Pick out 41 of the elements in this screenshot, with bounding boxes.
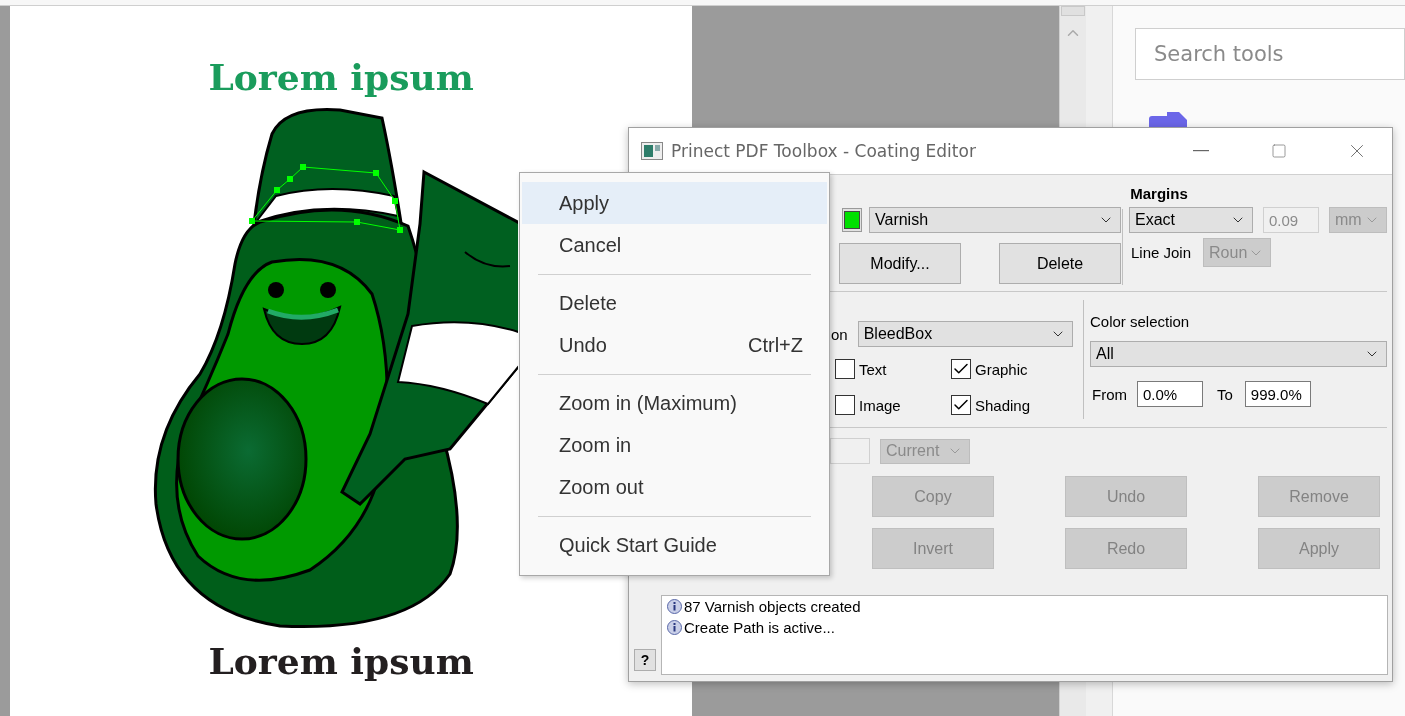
- info-icon: [667, 599, 682, 614]
- page-box-select[interactable]: BleedBox: [857, 321, 1073, 347]
- object-type-checkbox[interactable]: Graphic: [951, 359, 1071, 379]
- menu-item[interactable]: Zoom out: [522, 466, 827, 508]
- menu-item[interactable]: Apply: [522, 182, 827, 224]
- from-field[interactable]: 0.0%: [1137, 381, 1203, 407]
- maximize-icon: [1271, 143, 1287, 159]
- from-label: From: [1092, 385, 1127, 403]
- scrollbar-thumb[interactable]: [1061, 6, 1086, 16]
- to-label: To: [1217, 385, 1233, 403]
- window-title: Prinect PDF Toolbox - Coating Editor: [671, 141, 977, 161]
- page-heading: Lorem ipsum: [208, 56, 474, 98]
- color-selection-label: Color selection: [1090, 313, 1191, 330]
- menu-item[interactable]: Zoom in (Maximum): [522, 382, 827, 424]
- log-message: Create Path is active...: [684, 619, 835, 636]
- menu-item[interactable]: Cancel: [522, 224, 827, 266]
- input-field[interactable]: [830, 438, 870, 464]
- search-field[interactable]: Search tools: [1135, 28, 1405, 80]
- layer-button[interactable]: Delete: [999, 243, 1121, 284]
- line-join-label: Line Join: [1131, 244, 1192, 261]
- color-selection-select[interactable]: All: [1090, 341, 1387, 367]
- menu-item[interactable]: Delete: [522, 282, 827, 324]
- object-type-checkbox[interactable]: Shading: [951, 395, 1071, 415]
- field-label: on: [831, 325, 848, 343]
- app-icon: [641, 142, 663, 160]
- object-type-checkbox[interactable]: Text: [835, 359, 951, 379]
- layer-type-select[interactable]: Varnish: [869, 207, 1121, 233]
- info-icon: [667, 620, 682, 635]
- page-caption: Lorem ipsum: [208, 640, 474, 682]
- minimize-icon: [1193, 150, 1209, 152]
- object-type-checkbox[interactable]: Image: [835, 395, 951, 415]
- menu-item[interactable]: Undo Ctrl+Z: [522, 324, 827, 366]
- to-field[interactable]: 999.0%: [1244, 381, 1311, 407]
- log-message: 87 Varnish objects created: [684, 598, 861, 615]
- help-button[interactable]: ?: [634, 649, 656, 671]
- layer-button[interactable]: Modify...: [839, 243, 961, 284]
- menu-item[interactable]: Zoom in: [522, 424, 827, 466]
- menu-item[interactable]: Quick Start Guide: [522, 524, 827, 566]
- color-swatch[interactable]: [842, 208, 862, 232]
- margin-mode-select[interactable]: Exact: [1129, 207, 1253, 233]
- section-title: Margins: [1129, 183, 1189, 204]
